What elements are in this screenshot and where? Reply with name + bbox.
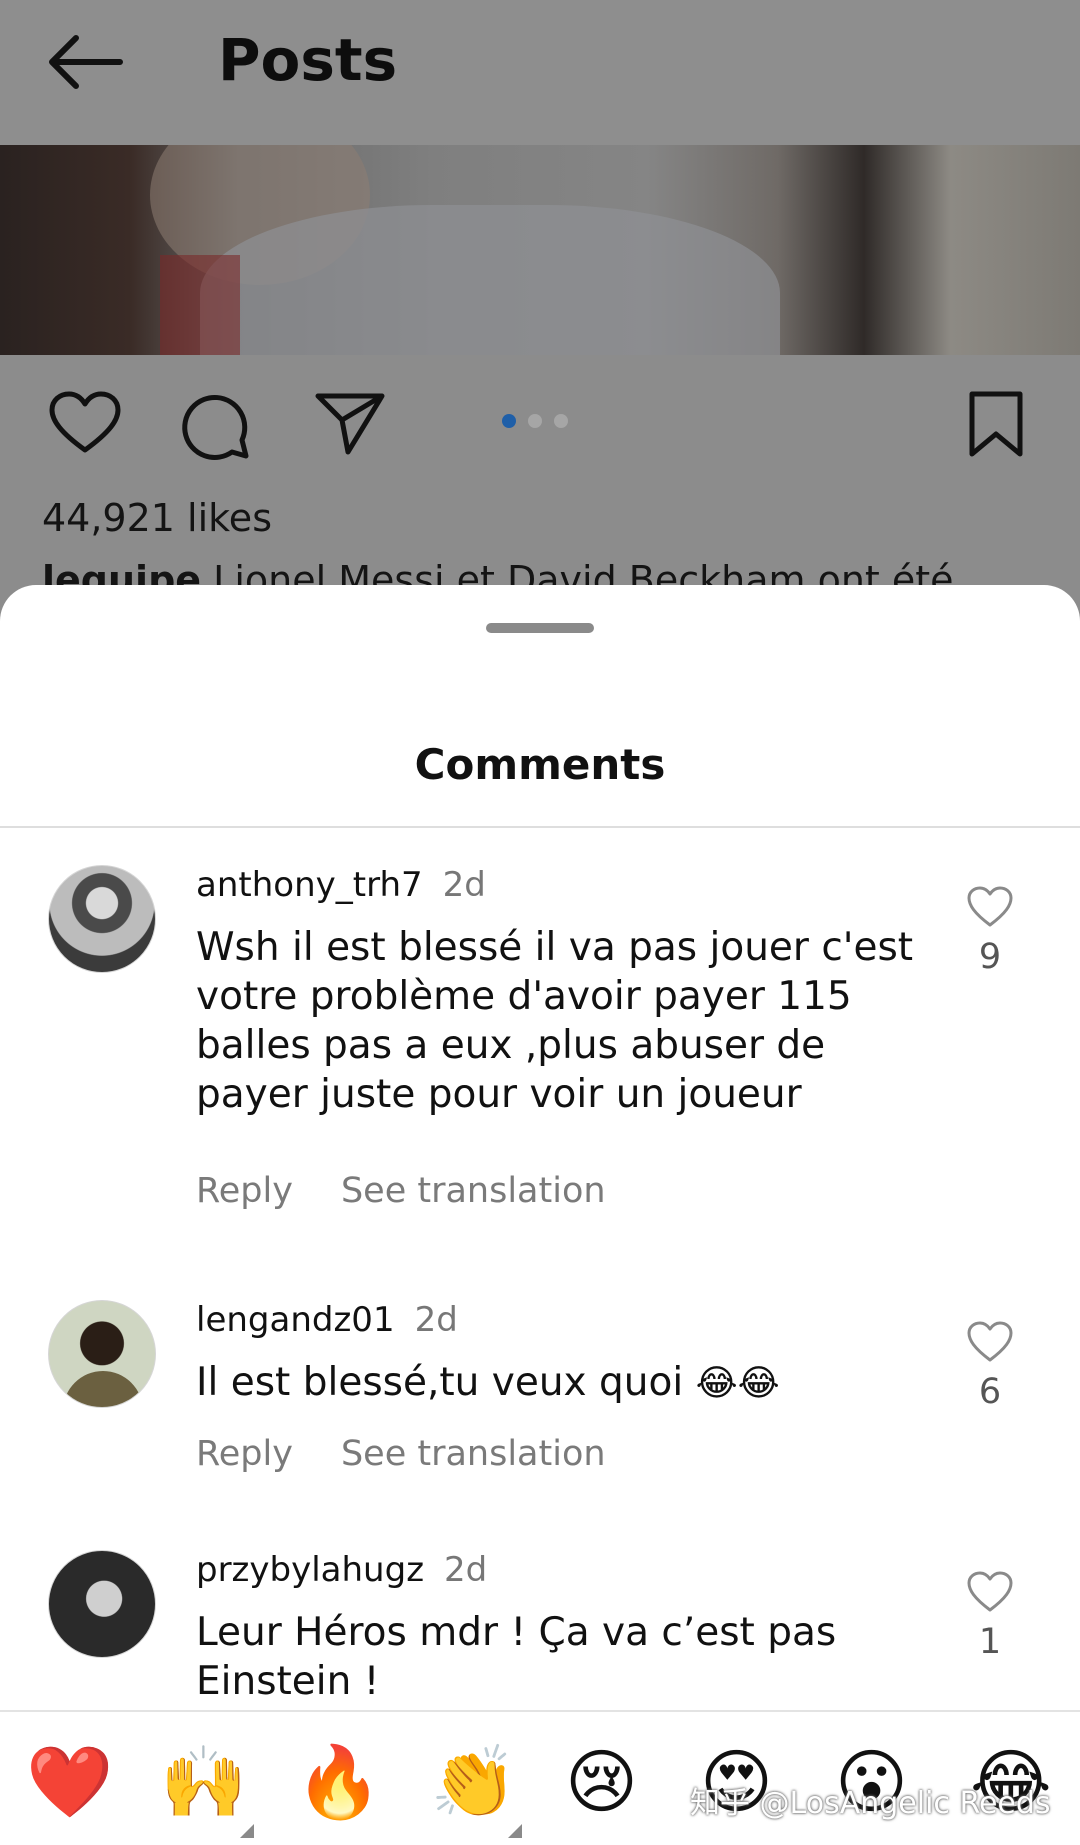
comment-time: 2d <box>414 1300 458 1340</box>
sheet-title: Comments <box>414 740 666 789</box>
heart-icon[interactable] <box>966 1320 1014 1364</box>
carousel-indicator <box>502 414 568 428</box>
carousel-dot-active <box>502 414 516 428</box>
comment-like-count: 6 <box>978 1372 1002 1412</box>
comment-username[interactable]: lengandz01 <box>196 1300 395 1340</box>
comment-username[interactable]: anthony_trh7 <box>196 865 423 905</box>
comment-text: Il est blessé,tu veux quoi 😂😂 <box>196 1358 936 1408</box>
crying-reaction[interactable]: 😢 <box>565 1742 638 1822</box>
heart-reaction[interactable]: ❤️ <box>26 1742 113 1822</box>
heart-icon[interactable] <box>966 885 1014 929</box>
page-title: Posts <box>218 26 398 94</box>
comment-meta: anthony_trh7 2d <box>196 865 486 905</box>
reply-button[interactable]: Reply <box>196 1171 293 1211</box>
reply-button[interactable]: Reply <box>196 1434 293 1474</box>
likes-count[interactable]: 44,921 likes <box>42 496 272 540</box>
comment-text-body: Il est blessé,tu veux quoi <box>196 1360 696 1405</box>
comments-sheet: Comments anthony_trh7 2d Wsh il est bless… <box>0 585 1080 1845</box>
send-icon[interactable] <box>314 390 386 456</box>
divider <box>0 826 1080 828</box>
comment-time: 2d <box>444 1550 488 1590</box>
post-image-detail <box>160 255 240 355</box>
comment-meta: lengandz01 2d <box>196 1300 458 1340</box>
watermark: 知乎 @LosAngelic Reeds <box>690 1786 1051 1821</box>
heart-icon[interactable] <box>966 1570 1014 1614</box>
arrow-left-icon[interactable] <box>46 30 124 94</box>
comment-username[interactable]: przybylahugz <box>196 1550 424 1590</box>
carousel-dot <box>528 414 542 428</box>
comment-like-count: 1 <box>978 1622 1002 1662</box>
bookmark-icon[interactable] <box>966 390 1026 458</box>
variant-indicator-icon <box>508 1824 522 1838</box>
avatar[interactable] <box>48 1550 156 1658</box>
avatar[interactable] <box>48 865 156 973</box>
heart-icon[interactable] <box>48 390 122 456</box>
clapping-reaction[interactable]: 👏 <box>430 1742 517 1822</box>
laughing-emoji: 😂😂 <box>695 1363 780 1404</box>
variant-indicator-icon <box>240 1824 254 1838</box>
avatar[interactable] <box>48 1300 156 1408</box>
drag-handle[interactable] <box>486 623 594 633</box>
comment-text: Leur Héros mdr ! Ça va c’est pas Einstei… <box>196 1610 837 1704</box>
comment-text: Wsh il est blessé il va pas jouer c'est … <box>196 925 914 1117</box>
see-translation-button[interactable]: See translation <box>341 1434 606 1474</box>
see-translation-button[interactable]: See translation <box>341 1171 606 1211</box>
comment-meta: przybylahugz 2d <box>196 1550 487 1590</box>
fire-reaction[interactable]: 🔥 <box>295 1742 382 1822</box>
comment-like-count: 9 <box>978 937 1002 977</box>
top-app-bar: Posts <box>0 0 1080 145</box>
carousel-dot <box>554 414 568 428</box>
comment-actions: Reply See translation <box>196 1171 606 1211</box>
comment-actions: Reply See translation <box>196 1434 606 1474</box>
post-image[interactable] <box>0 145 1080 355</box>
comment-time: 2d <box>442 865 486 905</box>
post-image-detail <box>200 205 780 355</box>
comment-icon[interactable] <box>180 390 252 462</box>
raising-hands-reaction[interactable]: 🙌 <box>160 1742 247 1822</box>
